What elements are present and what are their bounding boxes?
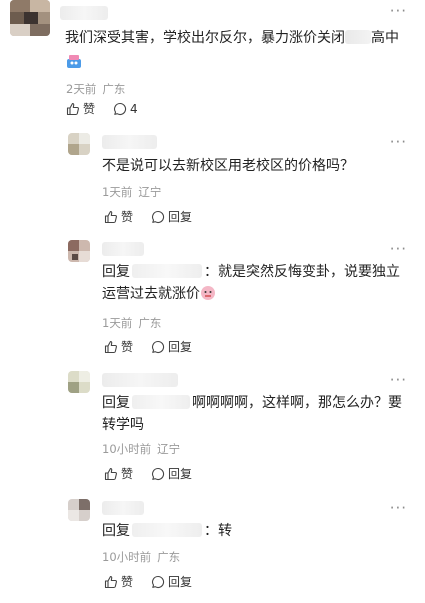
reply-actions: 赞 回复 <box>104 465 192 482</box>
emoji-icon <box>67 55 81 68</box>
reply-prefix: 回复 <box>102 264 130 280</box>
like-label: 赞 <box>121 467 134 481</box>
mentioned-user[interactable] <box>132 264 202 278</box>
avatar[interactable] <box>68 240 90 262</box>
comment-bubble-icon <box>152 467 165 480</box>
like-label: 赞 <box>83 102 96 116</box>
comment-main: ··· 我们深受其害，学校出尔反尔，暴力涨价关闭 高中 2天前 广东 赞 4 <box>0 0 425 125</box>
emoji-icon <box>201 286 215 300</box>
reply-button[interactable]: 回复 <box>151 338 192 355</box>
reply-item: ··· 回复 ：转 10小时前 广东 赞 回复 <box>0 496 425 601</box>
like-button[interactable]: 赞 <box>104 208 133 225</box>
comment-text-main: 我们深受其害，学校出尔反尔，暴力涨价关闭 <box>65 30 345 46</box>
reply-meta: 1天前 辽宁 <box>102 185 167 199</box>
like-button[interactable]: 赞 <box>104 465 133 482</box>
reply-text-line1: ：转 <box>204 523 232 539</box>
timestamp: 10小时前 <box>102 550 152 564</box>
reply-text-line1: ：就是突然反悔变卦，说要独立 <box>204 264 400 280</box>
comment-bubble-icon <box>114 102 127 115</box>
reply-count: 4 <box>130 101 138 116</box>
reply-meta: 10小时前 广东 <box>102 550 186 564</box>
reply-button[interactable]: 回复 <box>151 208 192 225</box>
location: 广东 <box>138 316 162 330</box>
comment-meta: 2天前 广东 <box>66 82 131 96</box>
blurred-word <box>345 30 371 44</box>
reply-text: 不是说可以去新校区用老校区的价格吗？ <box>102 158 354 174</box>
thumbs-up-icon <box>66 102 79 115</box>
comment-bubble-icon <box>152 340 165 353</box>
username[interactable] <box>102 242 144 256</box>
reply-actions: 赞 回复 <box>104 573 192 590</box>
more-options-icon[interactable]: ··· <box>390 242 407 257</box>
reply-actions: 赞 回复 <box>104 208 192 225</box>
reply-text-line2: 转学吗 <box>102 417 144 433</box>
mentioned-user[interactable] <box>132 395 190 409</box>
like-label: 赞 <box>121 210 134 224</box>
timestamp: 2天前 <box>66 82 97 96</box>
reply-text: 回复 ：就是突然反悔变卦，说要独立 运营过去就涨价 <box>102 261 414 305</box>
reply-prefix: 回复 <box>102 523 130 539</box>
comment-text: 我们深受其害，学校出尔反尔，暴力涨价关闭 高中 <box>65 27 415 49</box>
username[interactable] <box>102 501 144 515</box>
like-label: 赞 <box>121 340 134 354</box>
reply-text-line1: 啊啊啊啊，这样啊，那怎么办？要 <box>192 395 402 411</box>
more-options-icon[interactable]: ··· <box>390 373 407 388</box>
avatar[interactable] <box>68 133 90 155</box>
reply-label: 回复 <box>168 575 193 589</box>
username[interactable] <box>60 6 108 20</box>
like-button[interactable]: 赞 <box>66 100 95 117</box>
comment-bubble-icon <box>152 210 165 223</box>
timestamp: 10小时前 <box>102 442 152 456</box>
reply-text: 回复 ：转 <box>102 520 414 542</box>
username[interactable] <box>102 373 178 387</box>
more-options-icon[interactable]: ··· <box>390 4 407 19</box>
reply-meta: 10小时前 辽宁 <box>102 442 186 456</box>
username[interactable] <box>102 135 157 149</box>
reply-text: 回复 啊啊啊啊，这样啊，那怎么办？要 转学吗 <box>102 392 414 436</box>
reply-label: 回复 <box>168 340 193 354</box>
avatar[interactable] <box>10 0 50 36</box>
thumbs-up-icon <box>104 575 117 588</box>
reply-item: ··· 回复 啊啊啊啊，这样啊，那怎么办？要 转学吗 10小时前 辽宁 赞 回复 <box>0 368 425 490</box>
reply-item: ··· 不是说可以去新校区用老校区的价格吗？ 1天前 辽宁 赞 回复 <box>0 130 425 230</box>
location: 辽宁 <box>157 442 181 456</box>
thumbs-up-icon <box>104 467 117 480</box>
reply-button[interactable]: 回复 <box>151 465 192 482</box>
reply-meta: 1天前 广东 <box>102 316 167 330</box>
like-label: 赞 <box>121 575 134 589</box>
reply-actions: 赞 回复 <box>104 338 192 355</box>
like-button[interactable]: 赞 <box>104 573 133 590</box>
more-options-icon[interactable]: ··· <box>390 135 407 150</box>
reply-item: ··· 回复 ：就是突然反悔变卦，说要独立 运营过去就涨价 1天前 广东 赞 回复 <box>0 238 425 360</box>
more-options-icon[interactable]: ··· <box>390 501 407 516</box>
timestamp: 1天前 <box>102 185 133 199</box>
comment-bubble-icon <box>152 575 165 588</box>
thumbs-up-icon <box>104 210 117 223</box>
comment-text-tail: 高中 <box>371 30 399 46</box>
thumbs-up-icon <box>104 340 117 353</box>
location: 辽宁 <box>138 185 162 199</box>
location: 广东 <box>157 550 181 564</box>
comment-actions: 赞 4 <box>66 100 138 117</box>
reply-text-line2: 运营过去就涨价 <box>102 286 200 302</box>
reply-prefix: 回复 <box>102 395 130 411</box>
location: 广东 <box>102 82 126 96</box>
reply-label: 回复 <box>168 467 193 481</box>
avatar[interactable] <box>68 371 90 393</box>
reply-count-button[interactable]: 4 <box>113 102 138 116</box>
like-button[interactable]: 赞 <box>104 338 133 355</box>
timestamp: 1天前 <box>102 316 133 330</box>
reply-label: 回复 <box>168 210 193 224</box>
reply-button[interactable]: 回复 <box>151 573 192 590</box>
avatar[interactable] <box>68 499 90 521</box>
mentioned-user[interactable] <box>132 523 202 537</box>
